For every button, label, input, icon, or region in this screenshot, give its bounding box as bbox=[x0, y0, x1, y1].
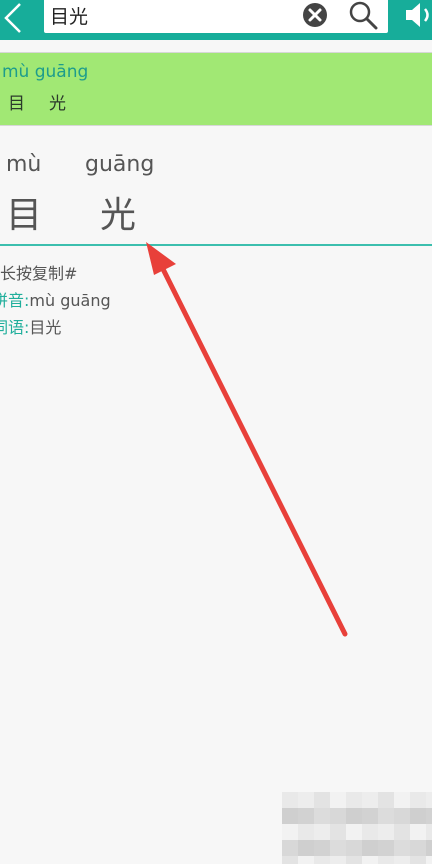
syllable-char: 光 bbox=[100, 195, 137, 236]
watermark-block bbox=[282, 792, 298, 808]
watermark-block bbox=[426, 824, 432, 840]
pinyin-label: 拼音: bbox=[0, 291, 30, 310]
watermark-block bbox=[378, 792, 394, 808]
watermark-block bbox=[314, 856, 330, 864]
watermark-block bbox=[282, 824, 298, 840]
watermark-block bbox=[394, 856, 410, 864]
watermark-block bbox=[362, 824, 378, 840]
search-button[interactable] bbox=[346, 0, 380, 30]
watermark-block bbox=[330, 824, 346, 840]
watermark-block bbox=[346, 808, 362, 824]
top-bar bbox=[0, 0, 432, 40]
watermark-block bbox=[378, 840, 394, 856]
watermark-block bbox=[362, 792, 378, 808]
watermark-block bbox=[410, 824, 426, 840]
suggestion-pinyin: mù guāng bbox=[2, 62, 89, 82]
watermark-block bbox=[282, 856, 298, 864]
speaker-button[interactable] bbox=[402, 0, 432, 30]
watermark-block bbox=[282, 808, 298, 824]
watermark-block bbox=[346, 840, 362, 856]
watermark-block bbox=[298, 824, 314, 840]
watermark-block bbox=[314, 840, 330, 856]
magnifier-icon bbox=[349, 1, 378, 30]
watermark-block bbox=[394, 808, 410, 824]
pinyin-line[interactable]: 拼音:mù guāng bbox=[0, 287, 111, 311]
copy-hint: 长按复制# bbox=[0, 264, 78, 283]
section-divider bbox=[0, 244, 432, 246]
watermark-block bbox=[330, 792, 346, 808]
syllable-char: 目 bbox=[6, 195, 43, 236]
watermark-mosaic bbox=[282, 792, 432, 864]
watermark-block bbox=[298, 856, 314, 864]
watermark-block bbox=[282, 840, 298, 856]
pinyin-value: mù guāng bbox=[29, 291, 111, 310]
watermark-block bbox=[330, 856, 346, 864]
watermark-block bbox=[410, 840, 426, 856]
watermark-block bbox=[330, 840, 346, 856]
watermark-block bbox=[410, 792, 426, 808]
watermark-block bbox=[346, 824, 362, 840]
watermark-block bbox=[346, 856, 362, 864]
watermark-block bbox=[394, 840, 410, 856]
back-chevron-icon bbox=[4, 3, 21, 33]
watermark-block bbox=[426, 856, 432, 864]
word-label: 词语: bbox=[0, 318, 30, 337]
back-button[interactable] bbox=[0, 0, 34, 36]
watermark-block bbox=[378, 808, 394, 824]
suggestion-chars: 目光 bbox=[8, 89, 66, 114]
watermark-block bbox=[410, 808, 426, 824]
watermark-block bbox=[362, 856, 378, 864]
suggestion-char: 光 bbox=[49, 94, 66, 114]
watermark-block bbox=[314, 792, 330, 808]
watermark-block bbox=[410, 856, 426, 864]
watermark-block bbox=[394, 824, 410, 840]
search-box bbox=[44, 0, 388, 33]
watermark-block bbox=[426, 840, 432, 856]
watermark-block bbox=[426, 808, 432, 824]
clear-button[interactable] bbox=[300, 1, 330, 29]
watermark-block bbox=[314, 808, 330, 824]
watermark-block bbox=[346, 792, 362, 808]
speaker-icon bbox=[406, 3, 429, 27]
search-input[interactable] bbox=[50, 1, 290, 29]
watermark-block bbox=[314, 824, 330, 840]
syllable-pinyin: mù bbox=[6, 152, 42, 177]
word-line[interactable]: 词语:目光 bbox=[0, 314, 61, 338]
watermark-block bbox=[298, 840, 314, 856]
annotation-arrow bbox=[146, 242, 348, 637]
watermark-block bbox=[298, 792, 314, 808]
watermark-block bbox=[330, 808, 346, 824]
suggestion-char: 目 bbox=[8, 94, 25, 114]
watermark-block bbox=[362, 808, 378, 824]
watermark-block bbox=[426, 792, 432, 808]
syllable-pinyin: guāng bbox=[85, 152, 155, 177]
watermark-block bbox=[298, 808, 314, 824]
suggestion-item[interactable]: mù guāng 目光 bbox=[0, 52, 432, 126]
word-value: 目光 bbox=[29, 318, 62, 337]
watermark-block bbox=[394, 792, 410, 808]
watermark-block bbox=[378, 824, 394, 840]
dictionary-screen: mù guāng 目光 mù 目 guāng 光 长按复制# 拼音:mù guā… bbox=[0, 0, 432, 864]
clear-circle-icon bbox=[303, 3, 327, 27]
watermark-block bbox=[378, 856, 394, 864]
watermark-block bbox=[362, 840, 378, 856]
